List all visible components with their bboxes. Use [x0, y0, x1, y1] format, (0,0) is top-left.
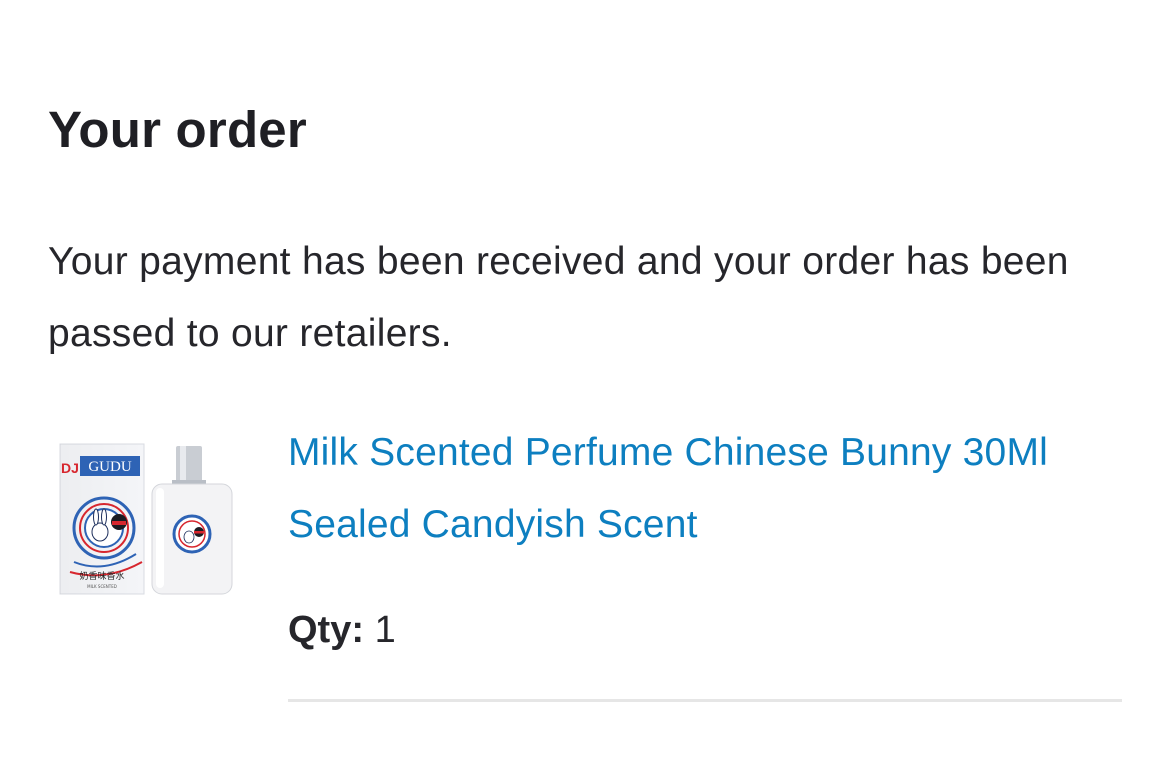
box-caption: 奶香味香水 [79, 570, 124, 582]
quantity-label: Qty: [288, 609, 364, 651]
product-box: GUDU DJ 奶香味香水 MILK SCENTED [59, 443, 145, 595]
item-divider [288, 699, 1122, 702]
product-image[interactable]: GUDU DJ 奶香味香水 MILK SCENTED [56, 442, 246, 598]
quantity-value: 1 [374, 609, 396, 651]
brand-mark: DJ [61, 460, 79, 476]
order-item: GUDU DJ 奶香味香水 MILK SCENTED Milk Scented … [48, 420, 1122, 702]
box-subcaption: MILK SCENTED [87, 584, 117, 589]
perfume-bottle [151, 446, 233, 595]
product-title-link[interactable]: Milk Scented Perfume Chinese Bunny 30Ml … [288, 417, 1108, 561]
page-title: Your order [48, 101, 307, 158]
payment-status-message: Your payment has been received and your … [48, 240, 1069, 355]
brand-name: GUDU [88, 459, 131, 475]
quantity: Qty: 1 [288, 606, 396, 654]
order-confirmation-page: Your order Your payment has been receive… [0, 0, 1170, 782]
